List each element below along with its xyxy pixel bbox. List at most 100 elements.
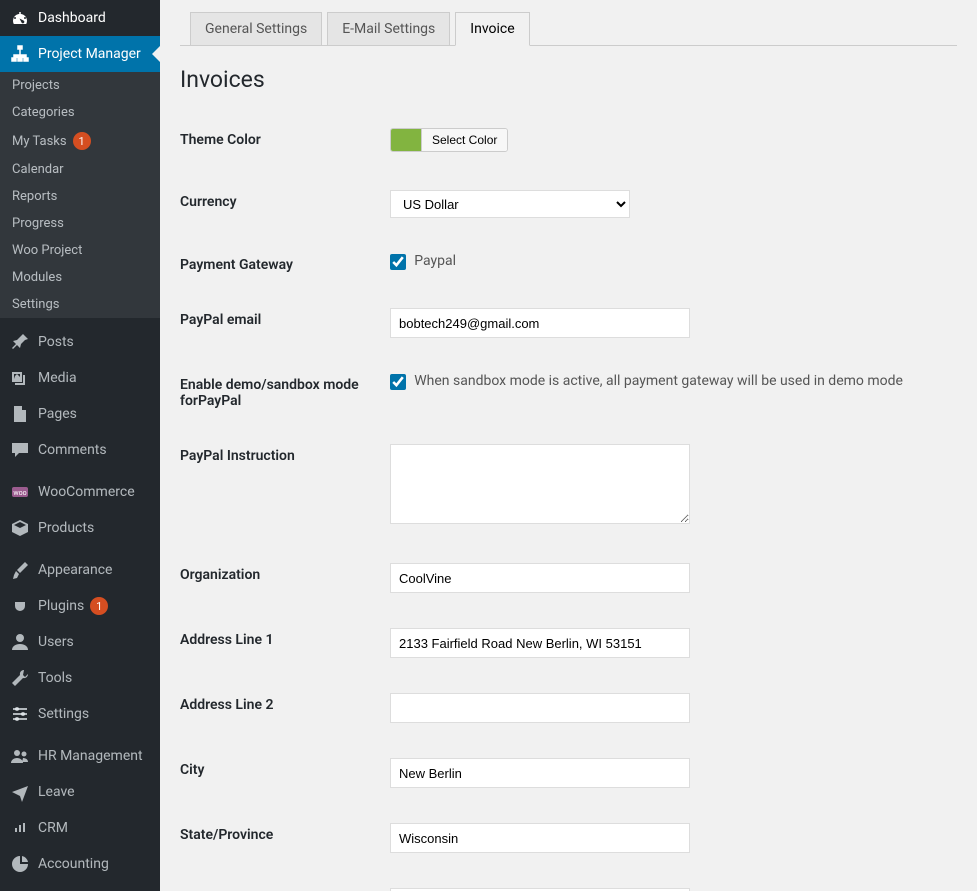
sliders-icon bbox=[10, 704, 30, 724]
submenu-item-progress[interactable]: Progress bbox=[0, 210, 160, 237]
sidebar-item-woocommerce[interactable]: woo WooCommerce bbox=[0, 474, 160, 510]
sidebar-item-dashboard[interactable]: Dashboard bbox=[0, 0, 160, 36]
sitemap-icon bbox=[10, 44, 30, 64]
sidebar-item-posts[interactable]: Posts bbox=[0, 324, 160, 360]
menu-label: WooCommerce bbox=[38, 484, 135, 500]
label-theme-color: Theme Color bbox=[180, 128, 390, 148]
sidebar-item-crm[interactable]: CRM bbox=[0, 810, 160, 846]
submenu-item-modules[interactable]: Modules bbox=[0, 264, 160, 291]
sidebar-item-accounting[interactable]: Accounting bbox=[0, 846, 160, 882]
sidebar-item-project-manager[interactable]: Project Manager bbox=[0, 36, 160, 72]
menu-label: Settings bbox=[38, 706, 89, 722]
label-currency: Currency bbox=[180, 190, 390, 210]
submenu-item-calendar[interactable]: Calendar bbox=[0, 156, 160, 183]
menu-label: Appearance bbox=[38, 562, 112, 578]
label-address1: Address Line 1 bbox=[180, 628, 390, 648]
label-address2: Address Line 2 bbox=[180, 693, 390, 713]
admin-sidebar: Dashboard Project Manager Projects Categ… bbox=[0, 0, 160, 891]
color-picker: Select Color bbox=[390, 128, 508, 152]
settings-tabs: General Settings E-Mail Settings Invoice bbox=[180, 12, 957, 46]
paypal-email-input[interactable] bbox=[390, 308, 690, 338]
menu-label: Plugins bbox=[38, 598, 84, 614]
users-icon bbox=[10, 746, 30, 766]
sidebar-item-plugins[interactable]: Plugins 1 bbox=[0, 588, 160, 624]
row-payment-gateway: Payment Gateway Paypal bbox=[180, 238, 957, 273]
color-swatch[interactable] bbox=[391, 129, 421, 151]
menu-label: Comments bbox=[38, 442, 107, 458]
sidebar-item-products[interactable]: Products bbox=[0, 510, 160, 546]
menu-label: Project Manager bbox=[38, 46, 141, 62]
page-icon bbox=[10, 404, 30, 424]
label-payment-gateway: Payment Gateway bbox=[180, 253, 390, 273]
row-paypal-email: PayPal email bbox=[180, 293, 957, 338]
submenu-item-reports[interactable]: Reports bbox=[0, 183, 160, 210]
box-icon bbox=[10, 518, 30, 538]
select-color-button[interactable]: Select Color bbox=[421, 129, 507, 151]
submenu-item-projects[interactable]: Projects bbox=[0, 72, 160, 99]
sidebar-item-media[interactable]: Media bbox=[0, 360, 160, 396]
checkbox-sandbox-label: When sandbox mode is active, all payment… bbox=[414, 373, 903, 389]
badge-count: 1 bbox=[73, 132, 91, 150]
dashboard-icon bbox=[10, 8, 30, 28]
address1-input[interactable] bbox=[390, 628, 690, 658]
comment-icon bbox=[10, 440, 30, 460]
submenu-item-my-tasks[interactable]: My Tasks 1 bbox=[0, 126, 160, 156]
label-paypal-email: PayPal email bbox=[180, 308, 390, 328]
tab-invoice[interactable]: Invoice bbox=[455, 12, 529, 46]
main-content: General Settings E-Mail Settings Invoice… bbox=[160, 0, 977, 891]
address2-input[interactable] bbox=[390, 693, 690, 723]
row-currency: Currency US Dollar bbox=[180, 175, 957, 218]
brush-icon bbox=[10, 560, 30, 580]
sidebar-item-users[interactable]: Users bbox=[0, 624, 160, 660]
row-paypal-instruction: PayPal Instruction bbox=[180, 429, 957, 528]
menu-label: Leave bbox=[38, 784, 75, 800]
submenu-project-manager: Projects Categories My Tasks 1 Calendar … bbox=[0, 72, 160, 318]
sidebar-item-settings[interactable]: Settings bbox=[0, 696, 160, 732]
paypal-instruction-textarea[interactable] bbox=[390, 444, 690, 524]
pie-icon bbox=[10, 854, 30, 874]
sidebar-item-tools[interactable]: Tools bbox=[0, 660, 160, 696]
svg-text:woo: woo bbox=[13, 489, 26, 497]
chart-icon bbox=[10, 818, 30, 838]
tab-general-settings[interactable]: General Settings bbox=[190, 12, 322, 46]
label-sandbox: Enable demo/sandbox mode forPayPal bbox=[180, 373, 390, 409]
sidebar-item-pages[interactable]: Pages bbox=[0, 396, 160, 432]
checkbox-sandbox[interactable] bbox=[390, 374, 406, 390]
label-city: City bbox=[180, 758, 390, 778]
state-input[interactable] bbox=[390, 823, 690, 853]
checkbox-paypal[interactable] bbox=[390, 254, 406, 270]
row-address1: Address Line 1 bbox=[180, 613, 957, 658]
sidebar-item-comments[interactable]: Comments bbox=[0, 432, 160, 468]
menu-label: Users bbox=[38, 634, 74, 650]
currency-select[interactable]: US Dollar bbox=[390, 190, 630, 218]
sidebar-item-appearance[interactable]: Appearance bbox=[0, 552, 160, 588]
checkbox-paypal-wrapper[interactable]: Paypal bbox=[390, 254, 456, 269]
sidebar-item-hr-management[interactable]: HR Management bbox=[0, 738, 160, 774]
pin-icon bbox=[10, 332, 30, 352]
checkbox-sandbox-wrapper[interactable]: When sandbox mode is active, all payment… bbox=[390, 374, 903, 389]
plug-icon bbox=[10, 596, 30, 616]
menu-label: Media bbox=[38, 370, 77, 386]
tab-email-settings[interactable]: E-Mail Settings bbox=[327, 12, 450, 46]
submenu-item-settings[interactable]: Settings bbox=[0, 291, 160, 318]
row-address2: Address Line 2 bbox=[180, 678, 957, 723]
city-input[interactable] bbox=[390, 758, 690, 788]
user-icon bbox=[10, 632, 30, 652]
row-theme-color: Theme Color Select Color bbox=[180, 113, 957, 155]
wrench-icon bbox=[10, 668, 30, 688]
row-sandbox: Enable demo/sandbox mode forPayPal When … bbox=[180, 358, 957, 409]
checkbox-paypal-label: Paypal bbox=[414, 253, 456, 269]
submenu-item-categories[interactable]: Categories bbox=[0, 99, 160, 126]
menu-label: Accounting bbox=[38, 856, 109, 872]
menu-label: CRM bbox=[38, 820, 68, 836]
sidebar-item-leave[interactable]: Leave bbox=[0, 774, 160, 810]
row-zip: Zip/Postal Code bbox=[180, 873, 957, 891]
submenu-item-woo-project[interactable]: Woo Project bbox=[0, 237, 160, 264]
row-organization: Organization bbox=[180, 548, 957, 593]
media-icon bbox=[10, 368, 30, 388]
badge-count: 1 bbox=[90, 597, 108, 615]
organization-input[interactable] bbox=[390, 563, 690, 593]
row-city: City bbox=[180, 743, 957, 788]
submenu-label: My Tasks bbox=[12, 134, 67, 149]
menu-label: HR Management bbox=[38, 748, 143, 764]
